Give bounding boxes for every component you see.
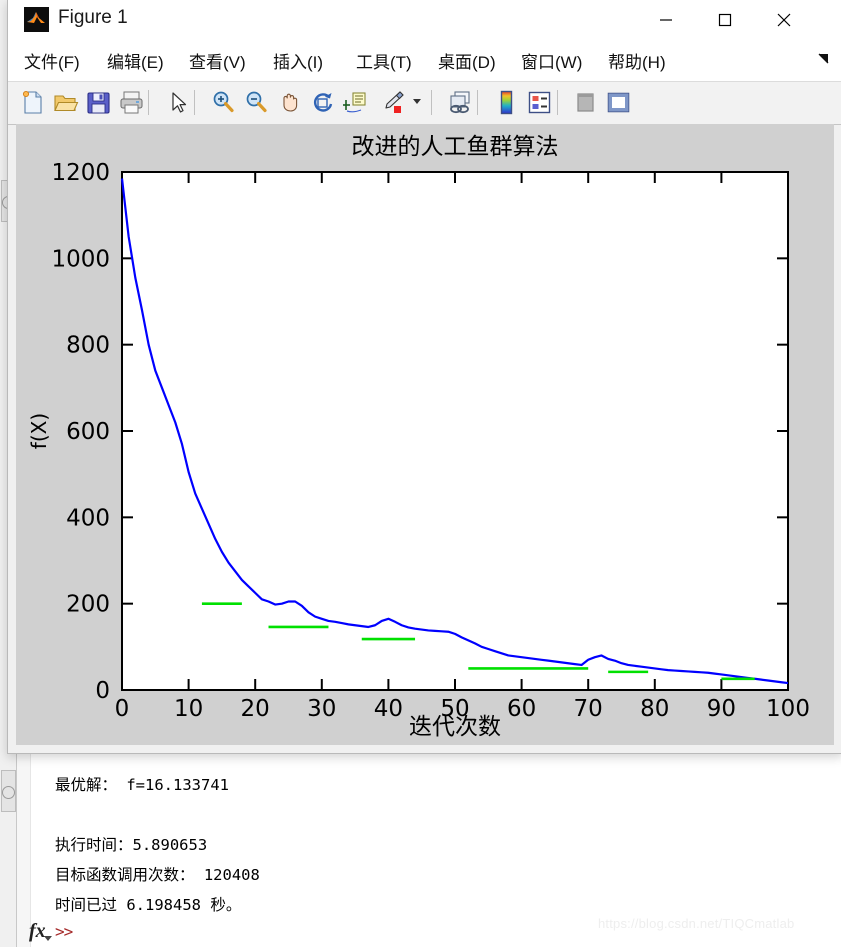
printer-icon xyxy=(120,91,143,114)
menu-window[interactable]: 窗口(W) xyxy=(521,48,582,73)
hand-pan-icon xyxy=(283,93,298,112)
x-tick-label: 0 xyxy=(115,696,130,722)
console-line: 执行时间：5.890653 xyxy=(55,836,208,854)
toolbar-separator xyxy=(431,90,432,115)
maximize-icon xyxy=(718,13,731,26)
axes-container: 0 200 400 600 800 1000 1200 0 10 20 30 40 50 60 70 80 9… xyxy=(16,124,834,745)
save-floppy-icon xyxy=(87,92,110,114)
x-tick-label: 30 xyxy=(307,696,336,722)
plot-frame xyxy=(121,171,789,691)
pan-button[interactable] xyxy=(275,88,304,117)
y-tick-label: 0 xyxy=(95,678,110,704)
hide-plot-tools-button[interactable] xyxy=(571,88,600,117)
close-icon xyxy=(777,13,790,26)
magnifier-minus-icon xyxy=(246,91,267,113)
figure-menubar[interactable]: 文件(F) 编辑(E) 查看(V) 插入(I) 工具(T) 桌面(D) 窗口(W… xyxy=(8,39,841,82)
save-figure-button[interactable] xyxy=(84,88,113,117)
y-tick-label: 1000 xyxy=(51,246,110,272)
y-tick-label: 800 xyxy=(66,333,110,359)
ide-rail-circle-icon xyxy=(2,786,15,799)
legend-button[interactable] xyxy=(525,88,554,117)
zoom-in-button[interactable] xyxy=(209,88,238,117)
toolbar-separator xyxy=(148,90,149,115)
brush-icon xyxy=(385,91,404,113)
arrow-cursor-icon xyxy=(172,92,187,113)
toolbar-separator xyxy=(477,90,478,115)
maximize-button[interactable] xyxy=(700,0,749,39)
overflow-arrow-icon[interactable] xyxy=(817,51,831,65)
link-data-icon xyxy=(450,91,470,114)
close-button[interactable] xyxy=(759,0,808,39)
figure-titlebar[interactable]: Figure 1 xyxy=(8,0,841,39)
hide-plot-tools-icon xyxy=(577,93,594,112)
menu-tools[interactable]: 工具(T) xyxy=(356,48,412,73)
fx-caret-icon xyxy=(44,936,52,941)
rotate-3d-button[interactable] xyxy=(308,88,337,117)
print-figure-button[interactable] xyxy=(117,88,146,117)
minimize-button[interactable] xyxy=(641,0,690,39)
menu-view[interactable]: 查看(V) xyxy=(189,48,246,73)
menu-help[interactable]: 帮助(H) xyxy=(608,48,666,73)
menu-insert[interactable]: 插入(I) xyxy=(273,48,323,73)
menu-file[interactable]: 文件(F) xyxy=(24,48,80,73)
data-cursor-icon xyxy=(343,92,366,113)
chart-title: 改进的人工鱼群算法 xyxy=(352,134,559,160)
menu-edit[interactable]: 编辑(E) xyxy=(107,48,164,73)
x-tick-label: 60 xyxy=(507,696,536,722)
y-tick-label: 1200 xyxy=(51,160,110,186)
x-tick-label: 40 xyxy=(374,696,403,722)
rotate-3d-icon xyxy=(314,93,333,112)
legend-icon xyxy=(528,91,551,114)
toolbar-separator xyxy=(194,90,195,115)
new-figure-button[interactable] xyxy=(18,88,47,117)
x-tick-label: 80 xyxy=(640,696,669,722)
data-cursor-button[interactable] xyxy=(341,88,370,117)
show-plot-tools-button[interactable] xyxy=(604,88,633,117)
figure-window[interactable]: Figure 1 文件(F) 编辑(E) 查看(V) 插入(I) 工具(T) 桌… xyxy=(7,0,841,754)
y-tick-label: 600 xyxy=(66,419,110,445)
y-tick-label: 400 xyxy=(66,505,110,531)
y-axis-label: f(X) xyxy=(27,413,51,449)
x-axis-label: 迭代次数 xyxy=(409,714,501,740)
link-data-button[interactable] xyxy=(446,88,475,117)
figure-title: Figure 1 xyxy=(58,7,128,28)
x-tick-label: 90 xyxy=(707,696,736,722)
magnifier-plus-icon xyxy=(213,91,234,113)
console-line: 最优解： f=16.133741 xyxy=(55,776,229,794)
command-prompt[interactable]: >> xyxy=(55,922,73,941)
console-line: 时间已过 6.198458 秒。 xyxy=(55,896,242,914)
menu-desktop[interactable]: 桌面(D) xyxy=(438,48,496,73)
brush-select-button[interactable] xyxy=(378,88,407,117)
new-document-icon xyxy=(22,90,42,114)
zoom-out-button[interactable] xyxy=(242,88,271,117)
toolbar-separator xyxy=(557,90,558,115)
x-tick-label: 100 xyxy=(766,696,810,722)
plot-svg: 020040060080010001200 0 10 20 30 40 50 60 70 80 9… xyxy=(16,124,834,745)
watermark-text: https://blog.csdn.net/TIQCmatlab xyxy=(598,916,795,931)
open-file-button[interactable] xyxy=(51,88,80,117)
colorbar-icon xyxy=(500,90,513,115)
show-plot-tools-icon xyxy=(607,92,630,113)
brush-dropdown-caret-icon[interactable] xyxy=(413,99,421,104)
figure-plot-canvas[interactable]: 0 200 400 600 800 1000 1200 0 10 20 30 40 50 60 70 80 9… xyxy=(16,124,834,745)
colorbar-button[interactable] xyxy=(492,88,521,117)
x-tick-label: 70 xyxy=(574,696,603,722)
y-tick-label: 200 xyxy=(66,592,110,618)
console-scroll-gutter[interactable] xyxy=(17,744,30,947)
figure-toolbar[interactable] xyxy=(8,82,841,125)
matlab-logo-icon xyxy=(24,7,49,32)
minimize-icon xyxy=(659,18,672,21)
x-tick-label: 20 xyxy=(241,696,270,722)
console-line: 目标函数调用次数： 120408 xyxy=(55,866,260,884)
edit-plot-button[interactable] xyxy=(163,88,192,117)
x-tick-label: 10 xyxy=(174,696,203,722)
open-folder-icon xyxy=(54,95,79,112)
